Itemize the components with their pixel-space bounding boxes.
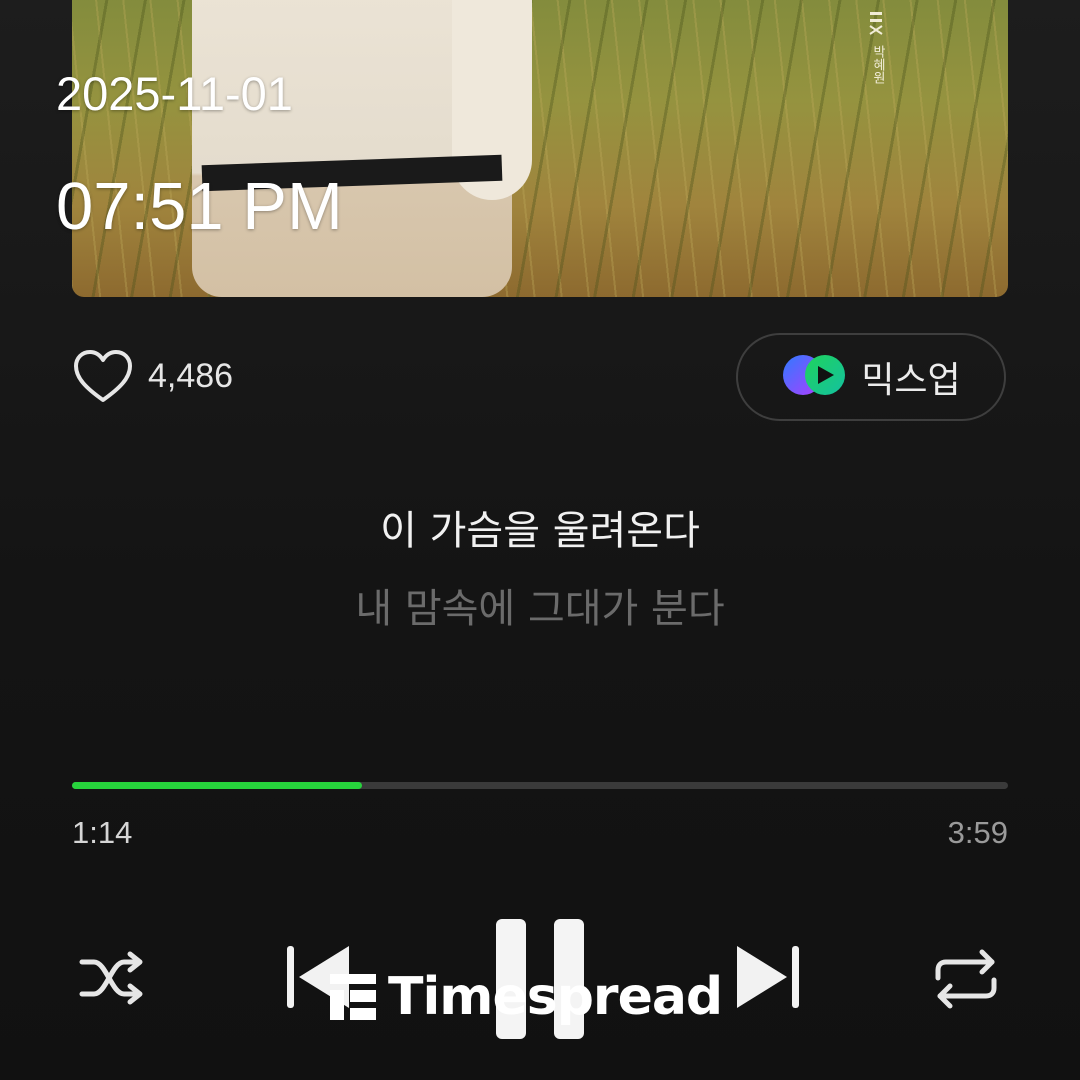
skip-previous-icon: [283, 946, 353, 1016]
mixup-icon: [781, 353, 847, 401]
pause-icon: [492, 919, 588, 1047]
mixup-label: 믹스업: [861, 360, 961, 401]
lyric-current-line[interactable]: 이 가슴을 울려온다: [0, 498, 1080, 556]
next-button[interactable]: [733, 942, 803, 1016]
progress-track[interactable]: [72, 782, 1008, 789]
pause-button[interactable]: [492, 915, 588, 1047]
album-logo: [868, 10, 884, 41]
mixup-button[interactable]: 믹스업: [736, 333, 1006, 421]
elapsed-time: 1:14: [72, 815, 133, 850]
previous-button[interactable]: [283, 942, 353, 1016]
status-date: 2025-11-01: [56, 67, 293, 120]
status-time: 07:51 PM: [56, 169, 343, 244]
like-count: 4,486: [148, 356, 234, 395]
skip-next-icon: [733, 946, 803, 1016]
progress-fill: [72, 782, 363, 789]
lyric-next-line[interactable]: 내 맘속에 그대가 분다: [0, 576, 1080, 634]
album-artist-text: 박혜원: [870, 45, 885, 84]
repeat-icon: [932, 949, 1000, 1014]
like-group[interactable]: 4,486: [72, 348, 233, 404]
shuffle-icon: [78, 951, 148, 1012]
total-time: 3:59: [947, 815, 1008, 850]
shuffle-button[interactable]: [78, 948, 148, 1012]
heart-outline-icon[interactable]: [72, 348, 134, 404]
album-art[interactable]: 박혜원: [72, 0, 1008, 297]
repeat-button[interactable]: [932, 948, 1000, 1014]
